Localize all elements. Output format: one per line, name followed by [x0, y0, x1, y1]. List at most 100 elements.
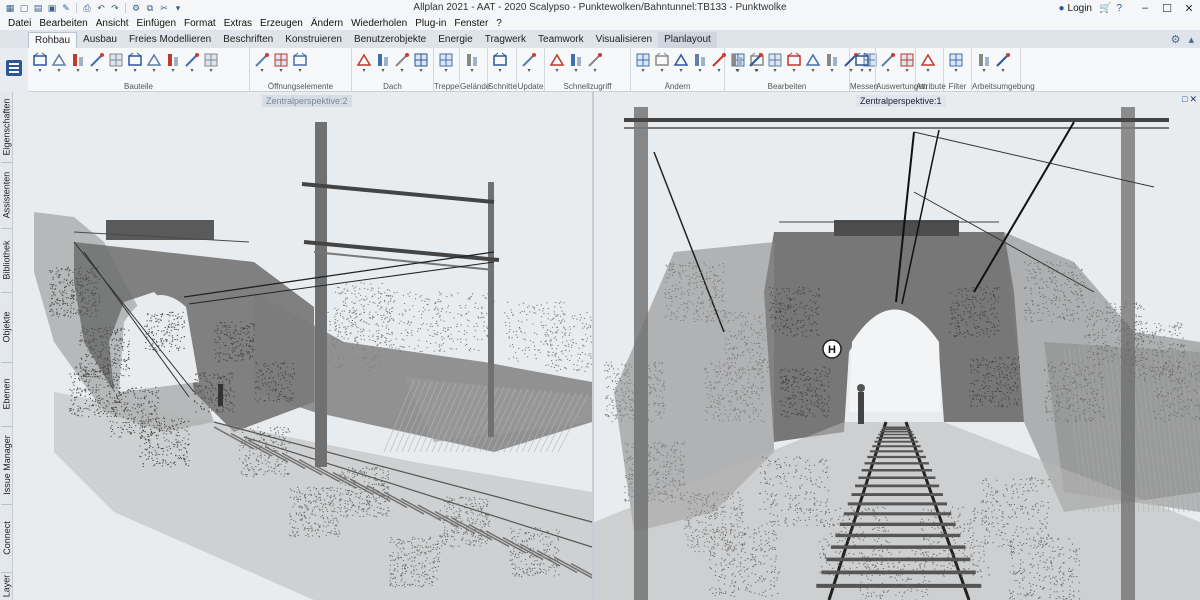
- side-tab-connect[interactable]: Connect: [0, 504, 13, 572]
- slab-icon[interactable]: ▾: [89, 52, 105, 74]
- viewport-left[interactable]: Zentralperspektive:2: [14, 92, 592, 600]
- login-button[interactable]: ● Login 🛒 ?: [1058, 3, 1122, 14]
- pointcloud-view-left[interactable]: [14, 92, 592, 600]
- display-icon[interactable]: ▾: [995, 52, 1011, 74]
- menu-fenster[interactable]: Fenster: [450, 18, 492, 29]
- window-icon[interactable]: ▾: [165, 52, 181, 74]
- section-icon[interactable]: ▾: [492, 52, 508, 74]
- modify-icon[interactable]: ▾: [654, 52, 670, 74]
- side-tab-layer[interactable]: Layer: [0, 572, 13, 600]
- roof-icon[interactable]: ▾: [356, 52, 372, 74]
- attribute-icon[interactable]: ▾: [920, 52, 936, 74]
- viewport-right[interactable]: H Zentralperspektive:1 □ ✕: [594, 92, 1200, 600]
- copy-icon[interactable]: ▾: [729, 52, 745, 74]
- project-pilot-icon[interactable]: [2, 46, 26, 90]
- roof-plane-icon[interactable]: ▾: [375, 52, 391, 74]
- copy-icon[interactable]: ⧉: [144, 3, 156, 14]
- column-icon[interactable]: ▾: [51, 52, 67, 74]
- menu-einfuegen[interactable]: Einfügen: [133, 18, 180, 29]
- menu-ansicht[interactable]: Ansicht: [92, 18, 133, 29]
- mirror-icon[interactable]: ▾: [748, 52, 764, 74]
- tab-ausbau[interactable]: Ausbau: [77, 32, 123, 48]
- spelling-icon[interactable]: ▾: [880, 52, 896, 74]
- close-button[interactable]: ✕: [1178, 2, 1200, 15]
- menu-format[interactable]: Format: [180, 18, 220, 29]
- viewport-label[interactable]: Zentralperspektive:1: [856, 95, 946, 107]
- measure-icon[interactable]: ▾: [854, 52, 870, 74]
- tab-tragwerk[interactable]: Tragwerk: [479, 32, 532, 48]
- wall-icon[interactable]: ▾: [32, 52, 48, 74]
- move-icon[interactable]: ▾: [767, 52, 783, 74]
- tab-visualisieren[interactable]: Visualisieren: [590, 32, 659, 48]
- door-icon[interactable]: ▾: [146, 52, 162, 74]
- menu-plugin[interactable]: Plug-in: [411, 18, 450, 29]
- text-icon[interactable]: ▾: [568, 52, 584, 74]
- minimize-button[interactable]: –: [1134, 2, 1156, 14]
- menu-extras[interactable]: Extras: [220, 18, 256, 29]
- stretch-icon[interactable]: ▾: [692, 52, 708, 74]
- align-icon[interactable]: ▾: [824, 52, 840, 74]
- menu-aendern[interactable]: Ändern: [307, 18, 347, 29]
- redo-icon[interactable]: ↷: [109, 3, 121, 14]
- viewport-label[interactable]: Zentralperspektive:2: [262, 95, 352, 107]
- cart-icon[interactable]: 🛒: [1099, 3, 1111, 14]
- side-tab-eigenschaften[interactable]: Eigenschaften: [0, 92, 13, 162]
- opening-icon[interactable]: ▾: [184, 52, 200, 74]
- menu-bearbeiten[interactable]: Bearbeiten: [35, 18, 91, 29]
- side-tab-issue-manager[interactable]: Issue Manager: [0, 426, 13, 504]
- side-tab-assistenten[interactable]: Assistenten: [0, 162, 13, 228]
- help-icon[interactable]: ?: [1116, 3, 1122, 14]
- undo-icon[interactable]: ↶: [95, 3, 107, 14]
- viewport-maximize-button[interactable]: □: [1182, 94, 1187, 105]
- terrain-icon[interactable]: ▾: [464, 52, 480, 74]
- pointcloud-view-right[interactable]: H: [594, 92, 1200, 600]
- tools-icon[interactable]: ✂: [158, 3, 170, 14]
- line-icon[interactable]: ▾: [549, 52, 565, 74]
- filter-icon[interactable]: ▾: [948, 52, 964, 74]
- open-icon[interactable]: ▤: [32, 3, 44, 14]
- settings-icon[interactable]: ⚙: [1171, 33, 1181, 46]
- tab-teamwork[interactable]: Teamwork: [532, 32, 590, 48]
- viewport-close-button[interactable]: ✕: [1189, 94, 1197, 105]
- dormer-icon[interactable]: ▾: [394, 52, 410, 74]
- scale-icon[interactable]: ▾: [805, 52, 821, 74]
- side-tab-objekte[interactable]: Objekte: [0, 292, 13, 362]
- workplane-icon[interactable]: ▾: [976, 52, 992, 74]
- collapse-ribbon-icon[interactable]: ▴: [1188, 33, 1194, 46]
- tab-beschriften[interactable]: Beschriften: [217, 32, 279, 48]
- grid-icon[interactable]: ▾: [292, 52, 308, 74]
- new-icon[interactable]: ▢: [18, 3, 30, 14]
- side-tab-ebenen[interactable]: Ebenen: [0, 362, 13, 426]
- customize-icon[interactable]: ▾: [172, 3, 184, 14]
- pencil-icon[interactable]: ▾: [635, 52, 651, 74]
- tab-rohbau[interactable]: Rohbau: [28, 32, 78, 48]
- offset-icon[interactable]: ▾: [673, 52, 689, 74]
- strip-footing-icon[interactable]: ▾: [108, 52, 124, 74]
- print-icon[interactable]: ⎙: [81, 3, 93, 14]
- tab-konstruieren[interactable]: Konstruieren: [279, 32, 348, 48]
- room-icon[interactable]: ▾: [203, 52, 219, 74]
- side-tab-bibliothek[interactable]: Bibliothek: [0, 228, 13, 292]
- app-menu-icon[interactable]: ▦: [4, 3, 16, 14]
- maximize-button[interactable]: ☐: [1156, 2, 1178, 15]
- report-icon[interactable]: ▾: [899, 52, 915, 74]
- save-icon[interactable]: ▣: [46, 3, 58, 14]
- edit-icon[interactable]: ✎: [60, 3, 72, 14]
- rafter-icon[interactable]: ▾: [413, 52, 429, 74]
- update-icon[interactable]: ▾: [521, 52, 537, 74]
- window-smartpart-icon[interactable]: ▾: [254, 52, 270, 74]
- door-smartpart-icon[interactable]: ▾: [273, 52, 289, 74]
- dimension-icon[interactable]: ▾: [587, 52, 603, 74]
- tab-benutzerobjekte[interactable]: Benutzerobjekte: [348, 32, 432, 48]
- railing-icon[interactable]: ▾: [127, 52, 143, 74]
- tab-freies-modellieren[interactable]: Freies Modellieren: [123, 32, 217, 48]
- beam-icon[interactable]: ▾: [70, 52, 86, 74]
- tab-planlayout[interactable]: Planlayout: [658, 32, 717, 48]
- menu-datei[interactable]: Datei: [4, 18, 35, 29]
- menu-wiederholen[interactable]: Wiederholen: [347, 18, 411, 29]
- options-icon[interactable]: ⚙: [130, 3, 142, 14]
- stair-icon[interactable]: ▾: [438, 52, 454, 74]
- rotate-icon[interactable]: ▾: [786, 52, 802, 74]
- menu-help[interactable]: ?: [492, 18, 506, 29]
- tab-energie[interactable]: Energie: [432, 32, 478, 48]
